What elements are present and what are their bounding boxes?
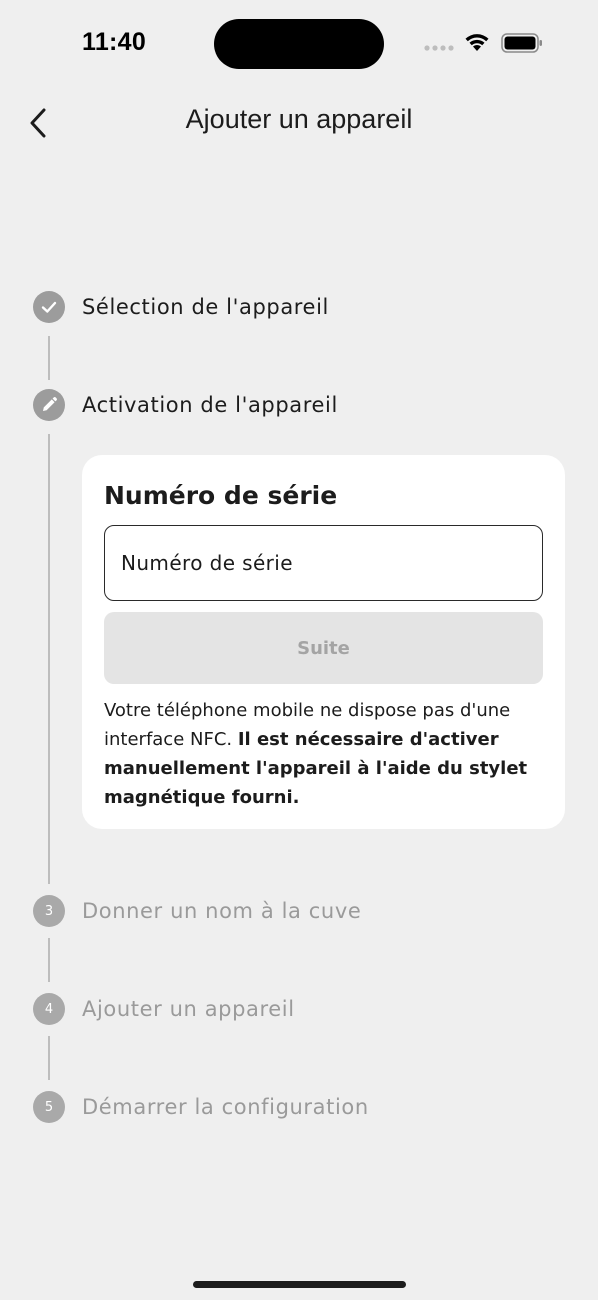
wifi-icon — [465, 34, 489, 51]
serial-number-input[interactable] — [104, 525, 543, 601]
step-4-number: 4 — [44, 1001, 54, 1017]
step-2-indicator — [33, 389, 65, 421]
step-1-indicator — [33, 291, 65, 323]
step-connector — [48, 938, 50, 982]
nfc-info-text: Votre téléphone mobile ne dispose pas d'… — [104, 696, 544, 812]
dynamic-island — [214, 19, 384, 69]
step-4-indicator: 4 — [33, 993, 65, 1025]
battery-icon — [501, 33, 542, 53]
step-3-label: Donner un nom à la cuve — [82, 899, 362, 923]
serial-number-card: Numéro de série Suite Votre téléphone mo… — [82, 455, 565, 829]
step-5-number: 5 — [44, 1099, 54, 1115]
step-3-number: 3 — [44, 903, 54, 919]
checkmark-icon — [41, 301, 57, 313]
page-title: Ajouter un appareil — [185, 104, 413, 134]
next-button[interactable]: Suite — [104, 612, 543, 684]
step-connector — [48, 1036, 50, 1080]
step-connector — [48, 336, 50, 380]
step-5-indicator: 5 — [33, 1091, 65, 1123]
pencil-icon — [43, 397, 57, 411]
step-2-label: Activation de l'appareil — [82, 393, 338, 417]
home-indicator[interactable] — [193, 1281, 406, 1288]
step-1-label: Sélection de l'appareil — [82, 295, 329, 319]
status-bar: 11:40 — [0, 0, 598, 90]
step-4-label: Ajouter un appareil — [82, 997, 295, 1021]
status-time: 11:40 — [82, 28, 147, 56]
step-5-label: Démarrer la configuration — [82, 1095, 369, 1119]
step-connector — [48, 434, 50, 884]
card-title: Numéro de série — [104, 481, 338, 510]
cellular-signal-icon — [424, 45, 454, 51]
step-3-indicator: 3 — [33, 895, 65, 927]
